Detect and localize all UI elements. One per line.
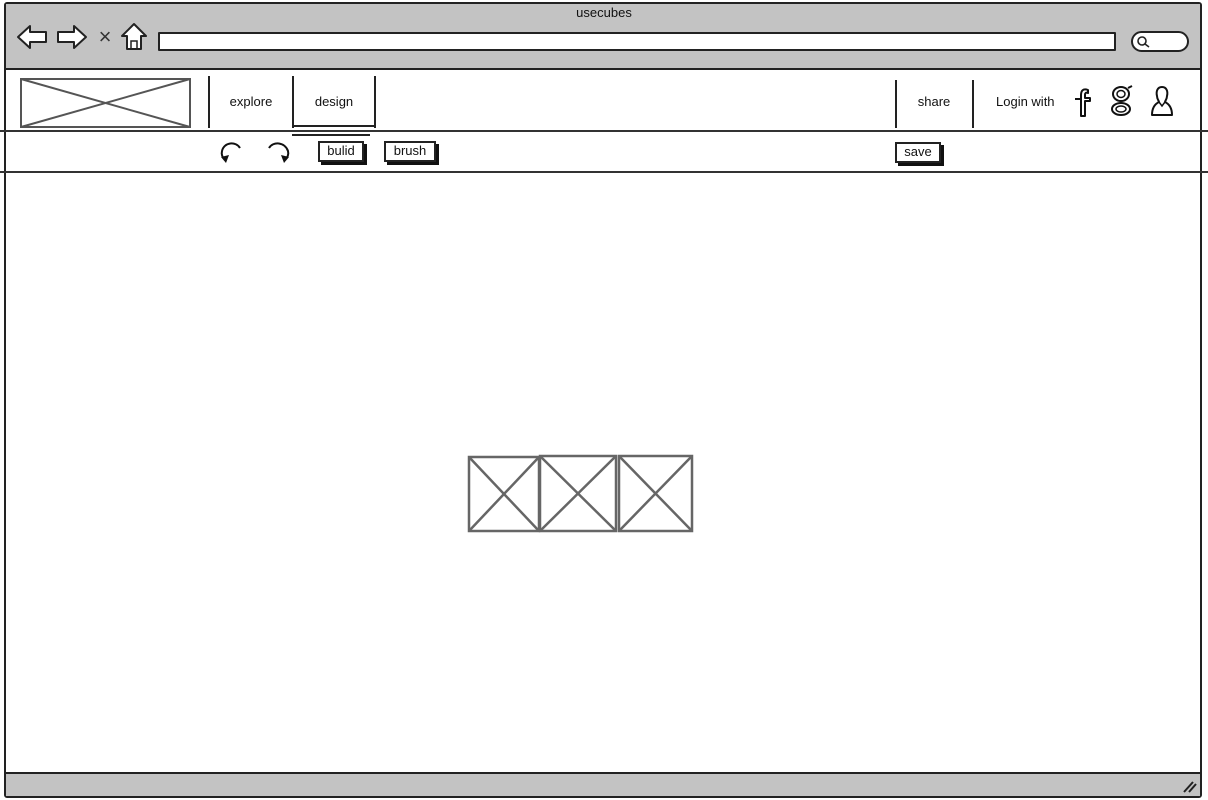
undo-icon[interactable]	[218, 140, 246, 166]
forward-arrow-icon[interactable]	[56, 24, 88, 50]
logo-placeholder	[20, 78, 191, 128]
home-icon[interactable]	[120, 22, 148, 52]
facebook-icon[interactable]	[1071, 86, 1093, 118]
back-arrow-icon[interactable]	[16, 24, 48, 50]
toolbar-top-divider	[0, 130, 1208, 132]
nav-item-explore[interactable]: explore	[212, 94, 290, 110]
search-icon	[1136, 36, 1150, 48]
nav-item-design[interactable]: design	[296, 94, 372, 110]
login-label: Login with	[996, 94, 1055, 109]
user-icon[interactable]	[1149, 84, 1175, 118]
stop-icon[interactable]: ×	[96, 24, 114, 50]
active-tab-underline	[294, 125, 374, 127]
build-button[interactable]: bulid	[318, 141, 364, 162]
cube-placeholder[interactable]	[467, 455, 541, 533]
search-field[interactable]	[1131, 31, 1189, 52]
google-icon[interactable]	[1108, 84, 1134, 118]
brush-button[interactable]: brush	[384, 141, 436, 162]
address-bar[interactable]	[158, 32, 1116, 51]
redo-icon[interactable]	[264, 140, 292, 166]
window-title: usecubes	[576, 5, 632, 20]
nav-item-share[interactable]: share	[898, 94, 970, 110]
nav-divider	[374, 76, 376, 128]
tab-connector	[292, 134, 370, 136]
cube-placeholder[interactable]	[617, 454, 694, 533]
nav-divider	[972, 80, 974, 128]
nav-divider	[292, 76, 294, 128]
nav-divider	[208, 76, 210, 128]
status-bar	[6, 772, 1200, 796]
cube-placeholder[interactable]	[538, 454, 618, 533]
resize-grip-icon[interactable]	[1181, 778, 1197, 794]
nav-divider	[895, 80, 897, 128]
save-button[interactable]: save	[895, 142, 941, 163]
